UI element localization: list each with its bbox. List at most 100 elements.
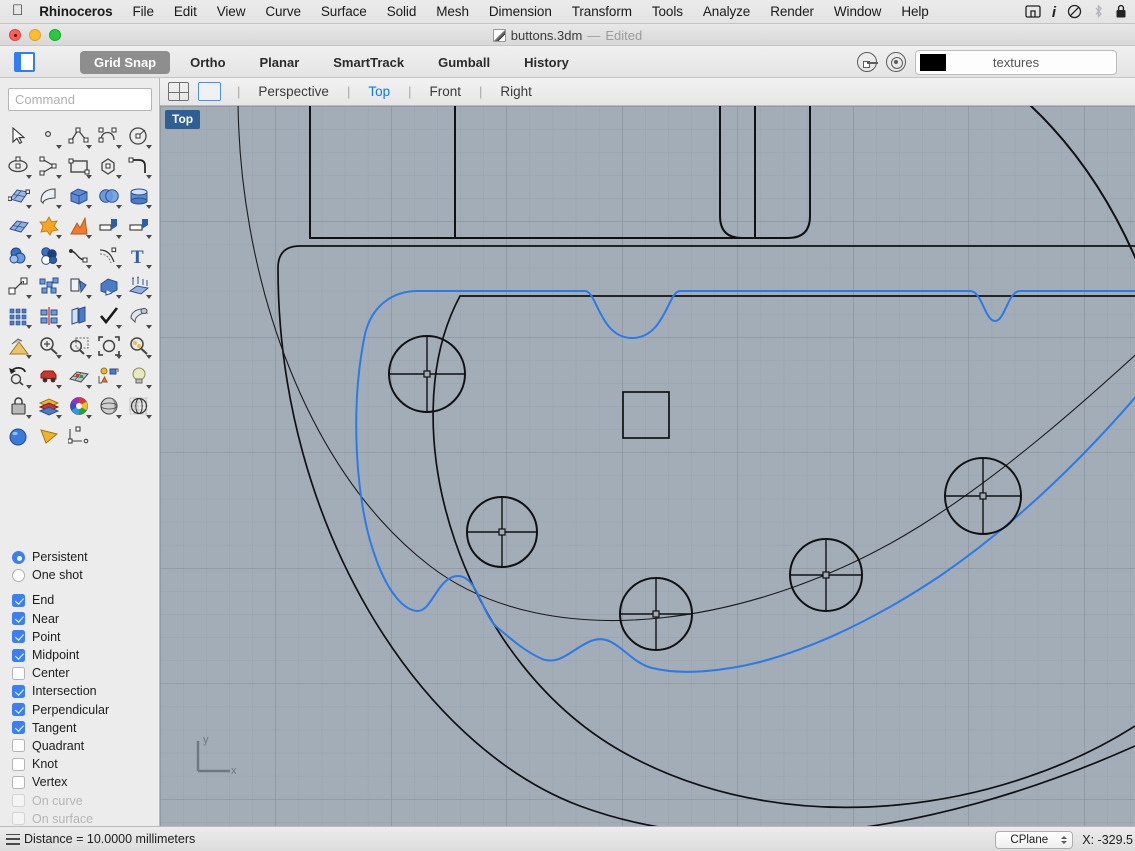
flyout-arrow-icon[interactable] — [146, 355, 152, 359]
array-icon[interactable] — [34, 271, 64, 301]
menu-item-rhinoceros[interactable]: Rhinoceros — [39, 0, 122, 24]
flyout-arrow-icon[interactable] — [116, 415, 122, 419]
checkbox-icon[interactable] — [12, 648, 25, 662]
checkbox-icon[interactable] — [12, 593, 25, 607]
flyout-arrow-icon[interactable] — [86, 355, 92, 359]
sphere-render-icon[interactable] — [4, 421, 34, 451]
scale-icon[interactable] — [94, 271, 124, 301]
menu-item-tools[interactable]: Tools — [642, 0, 693, 24]
zoom-extents-icon[interactable] — [94, 331, 124, 361]
menu-item-render[interactable]: Render — [760, 0, 824, 24]
flyout-arrow-icon[interactable] — [146, 145, 152, 149]
four-view-layout-icon[interactable] — [168, 82, 189, 101]
cylinder-icon[interactable] — [124, 181, 154, 211]
curve-icon[interactable] — [94, 121, 124, 151]
flyout-arrow-icon[interactable] — [56, 145, 62, 149]
spotlight-icon[interactable] — [34, 421, 64, 451]
box-icon[interactable] — [64, 181, 94, 211]
flyout-arrow-icon[interactable] — [86, 265, 92, 269]
flyout-arrow-icon[interactable] — [26, 265, 32, 269]
do-not-disturb-icon[interactable] — [1067, 4, 1082, 21]
checkbox-icon[interactable] — [12, 721, 25, 735]
cplane-icon[interactable] — [64, 361, 94, 391]
flyout-arrow-icon[interactable] — [146, 175, 152, 179]
flyout-arrow-icon[interactable] — [26, 325, 32, 329]
flyout-arrow-icon[interactable] — [86, 145, 92, 149]
flyout-arrow-icon[interactable] — [86, 235, 92, 239]
tab-right[interactable]: Right — [488, 84, 544, 99]
checkbox-icon[interactable] — [12, 775, 25, 789]
flyout-arrow-icon[interactable] — [56, 295, 62, 299]
layer-icon[interactable] — [34, 391, 64, 421]
surface-sweep-icon[interactable] — [34, 181, 64, 211]
osnap-near[interactable]: Near — [12, 610, 159, 628]
group-icon[interactable] — [94, 361, 124, 391]
toggle-history[interactable]: History — [510, 51, 583, 74]
lock-object-icon[interactable] — [4, 391, 34, 421]
menu-item-mesh[interactable]: Mesh — [426, 0, 479, 24]
mirror-icon[interactable] — [34, 301, 64, 331]
flyout-arrow-icon[interactable] — [56, 325, 62, 329]
tab-top[interactable]: Top — [356, 84, 402, 99]
viewport-top[interactable]: Top y x — [160, 106, 1135, 826]
sidebar-toggle-icon[interactable] — [14, 52, 35, 72]
flyout-arrow-icon[interactable] — [56, 205, 62, 209]
bluetooth-icon[interactable] — [1093, 3, 1104, 21]
flyout-arrow-icon[interactable] — [116, 145, 122, 149]
osnap-perpendicular[interactable]: Perpendicular — [12, 701, 159, 719]
flyout-arrow-icon[interactable] — [146, 295, 152, 299]
arc-icon[interactable] — [34, 151, 64, 181]
extrude-icon[interactable] — [124, 271, 154, 301]
osnap-point[interactable]: Point — [12, 628, 159, 646]
flyout-arrow-icon[interactable] — [146, 205, 152, 209]
checkbox-icon[interactable] — [12, 612, 25, 626]
offset-curve-icon[interactable] — [94, 241, 124, 271]
tab-perspective[interactable]: Perspective — [246, 84, 341, 99]
move-icon[interactable] — [4, 271, 34, 301]
osnap-knot[interactable]: Knot — [12, 755, 159, 773]
flyout-arrow-icon[interactable] — [56, 355, 62, 359]
flyout-arrow-icon[interactable] — [116, 175, 122, 179]
trim-right-icon[interactable] — [124, 211, 154, 241]
undo-view-icon[interactable] — [4, 361, 34, 391]
rotate-icon[interactable] — [64, 271, 94, 301]
zoom-selected-icon[interactable] — [124, 331, 154, 361]
viewport-label[interactable]: Top — [165, 110, 201, 129]
flyout-arrow-icon[interactable] — [86, 205, 92, 209]
menu-item-solid[interactable]: Solid — [377, 0, 427, 24]
osnap-tangent[interactable]: Tangent — [12, 719, 159, 737]
flyout-arrow-icon[interactable] — [86, 385, 92, 389]
boolean-union-icon[interactable] — [4, 241, 34, 271]
radio-icon[interactable] — [12, 568, 25, 582]
viewport-canvas[interactable] — [160, 106, 1135, 826]
dimension-icon[interactable] — [64, 421, 94, 451]
checkbox-icon[interactable] — [12, 684, 25, 698]
flyout-arrow-icon[interactable] — [56, 265, 62, 269]
osnap-mode-one-shot[interactable]: One shot — [12, 566, 159, 584]
boolean-sphere-icon[interactable] — [94, 181, 124, 211]
layer-material-icon[interactable] — [886, 52, 906, 72]
menu-hamburger-icon[interactable] — [6, 833, 20, 845]
osnap-vertex[interactable]: Vertex — [12, 773, 159, 791]
menu-item-surface[interactable]: Surface — [311, 0, 377, 24]
flyout-arrow-icon[interactable] — [116, 295, 122, 299]
light-icon[interactable] — [124, 361, 154, 391]
menu-item-view[interactable]: View — [207, 0, 256, 24]
flyout-arrow-icon[interactable] — [26, 205, 32, 209]
named-view-icon[interactable] — [34, 361, 64, 391]
toggle-planar[interactable]: Planar — [246, 51, 314, 74]
shade-icon[interactable] — [94, 391, 124, 421]
info-icon[interactable]: i — [1052, 5, 1056, 20]
flyout-arrow-icon[interactable] — [26, 295, 32, 299]
menu-item-transform[interactable]: Transform — [562, 0, 642, 24]
menu-item-analyze[interactable]: Analyze — [693, 0, 760, 24]
layer-linetype-icon[interactable] — [857, 52, 878, 72]
flyout-arrow-icon[interactable] — [146, 265, 152, 269]
fillet-curve-icon[interactable] — [124, 151, 154, 181]
cap-icon[interactable] — [124, 301, 154, 331]
checkbox-icon[interactable] — [12, 757, 25, 771]
zoom-in-icon[interactable] — [34, 331, 64, 361]
flyout-arrow-icon[interactable] — [116, 355, 122, 359]
menu-item-file[interactable]: File — [123, 0, 164, 24]
flyout-arrow-icon[interactable] — [86, 415, 92, 419]
